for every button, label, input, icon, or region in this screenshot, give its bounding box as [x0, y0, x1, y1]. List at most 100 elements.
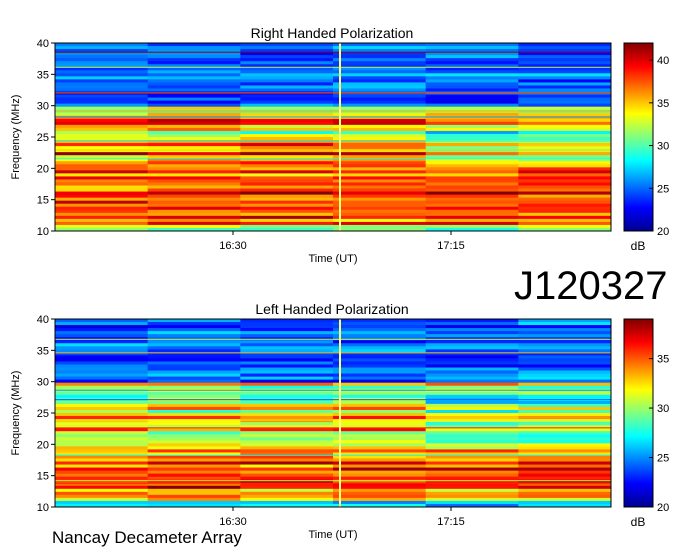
interference-line [55, 419, 611, 421]
spectrogram-band [425, 182, 519, 186]
spectrogram-band [240, 343, 334, 347]
spectrogram-band [55, 376, 149, 380]
spectrogram-band [333, 209, 427, 214]
spectrogram-band [333, 58, 427, 62]
spectrogram-band [333, 215, 427, 220]
spectrogram-band [425, 440, 519, 444]
spectrogram-band [518, 94, 612, 98]
spectrogram-band [518, 121, 612, 126]
spectrogram-band [147, 358, 241, 362]
spectrogram-band [425, 409, 519, 414]
spectrogram-band [333, 73, 427, 77]
spectrogram-band [333, 325, 427, 329]
colorbar-tick-label: 40 [657, 55, 669, 67]
spectrogram-band [240, 355, 334, 359]
spectrogram-band [147, 133, 241, 138]
spectrogram-band [147, 130, 241, 135]
spectrogram-band [147, 400, 241, 405]
spectrogram-band [518, 488, 612, 493]
spectrogram-band [518, 497, 612, 502]
spectrogram-band [240, 376, 334, 380]
interference-line [55, 158, 611, 160]
spectrogram-band [333, 161, 427, 165]
spectrogram-band [425, 416, 519, 420]
spectrogram-band [55, 494, 149, 499]
y-tick-label: 30 [37, 377, 49, 389]
spectrogram-band [333, 170, 427, 174]
spectrogram-band [425, 118, 519, 123]
spectrogram-band [240, 340, 334, 344]
spectrogram-band [147, 170, 241, 174]
spectrogram-band [147, 85, 241, 89]
spectrogram-band [425, 428, 519, 432]
spectrogram-band [425, 322, 519, 326]
colorbar-tick-label: 35 [657, 354, 669, 366]
spectrogram-band [55, 215, 149, 220]
spectrogram-band [333, 416, 427, 420]
spectrogram-band [518, 422, 612, 426]
spectrogram-band [55, 73, 149, 77]
spectrogram-band [518, 449, 612, 453]
spectrogram-band [55, 458, 149, 462]
spectrogram-band [333, 155, 427, 159]
spectrogram-band [147, 215, 241, 220]
spectrogram-bands [54, 42, 612, 232]
colorbar-tick-label: 30 [657, 403, 669, 415]
spectrogram-band [147, 194, 241, 198]
spectrogram-band [425, 464, 519, 468]
spectrogram-band [55, 224, 149, 229]
spectrogram-band [240, 155, 334, 159]
spectrogram-band [240, 55, 334, 59]
spectrogram-band [518, 325, 612, 329]
spectrogram-band [55, 130, 149, 135]
spectrogram-band [518, 106, 612, 111]
spectrogram-band [55, 143, 149, 147]
spectrogram-band [240, 88, 334, 92]
spectrogram-band [240, 428, 334, 432]
y-tick-label: 15 [37, 195, 49, 207]
spectrogram-band [55, 473, 149, 477]
spectrogram-band [518, 379, 612, 383]
spectrogram-band [240, 100, 334, 104]
spectrogram-band [55, 212, 149, 217]
spectrogram-band [518, 409, 612, 414]
spectrogram-band [55, 379, 149, 383]
spectrogram-band [518, 185, 612, 189]
spectrogram-band [425, 173, 519, 177]
spectrogram-band [518, 176, 612, 180]
spectrogram-band [55, 485, 149, 490]
spectrogram-band [333, 206, 427, 211]
spectrogram-band [55, 367, 149, 371]
spectrogram-band [425, 476, 519, 481]
spectrogram-band [425, 485, 519, 490]
spectrogram-band [425, 212, 519, 217]
spectrogram-band [333, 103, 427, 107]
spectrogram-band [518, 197, 612, 201]
spectrogram-band [333, 322, 427, 326]
spectrogram-band [240, 485, 334, 490]
spectrogram-band [333, 391, 427, 396]
spectrogram-band [333, 70, 427, 74]
spectrogram-band [147, 70, 241, 74]
spectrogram-band [147, 416, 241, 420]
spectrogram-band [240, 130, 334, 135]
spectrogram-band [333, 349, 427, 353]
spectrogram-band [425, 127, 519, 132]
spectrogram-band [147, 406, 241, 411]
spectrogram-band [333, 176, 427, 180]
spectrogram-band [240, 127, 334, 132]
spectrogram-band [518, 403, 612, 408]
left-polarization-panel: Left Handed Polarization 10152025303540 … [10, 301, 669, 541]
spectrogram-band [240, 409, 334, 414]
spectrogram-bands [54, 318, 612, 508]
spectrogram-band [55, 221, 149, 226]
spectrogram-band [333, 355, 427, 359]
spectrogram-band [147, 328, 241, 332]
spectrogram-band [425, 406, 519, 411]
spectrogram-band [147, 61, 241, 65]
y-axis-label: Frequency (MHz) [10, 95, 22, 180]
spectrogram-band [518, 394, 612, 399]
spectrogram-band [147, 167, 241, 171]
spectrogram-band [240, 212, 334, 217]
spectrogram-band [518, 331, 612, 335]
